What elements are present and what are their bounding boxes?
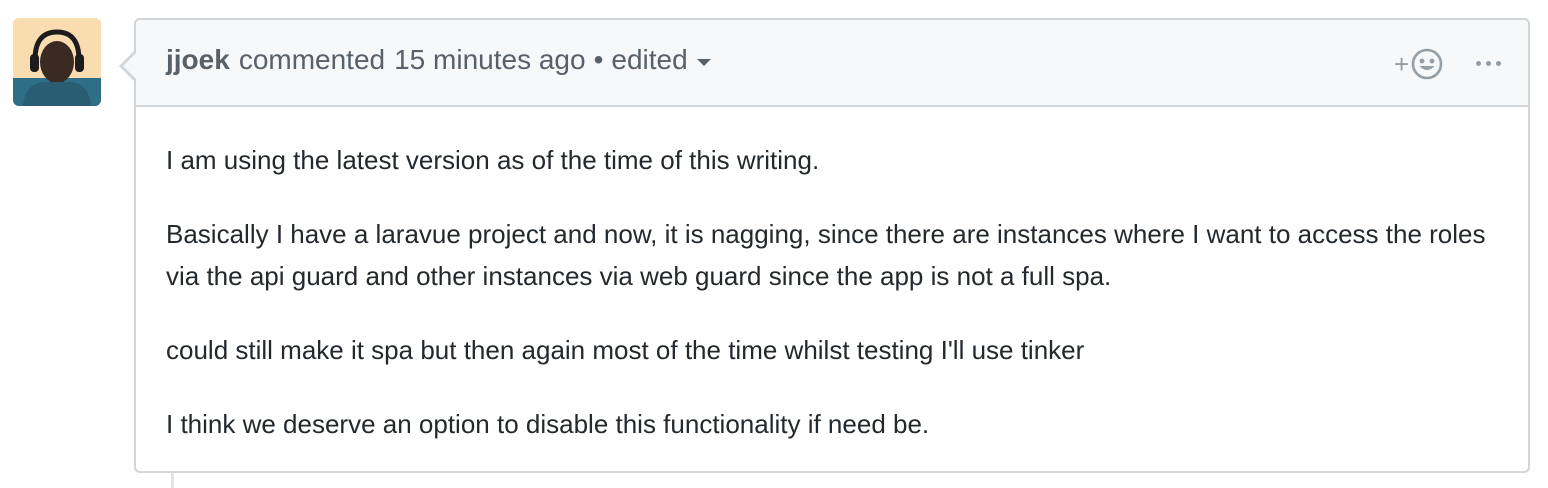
author-link[interactable]: jjoek <box>166 44 230 76</box>
comment-header: jjoek commented 15 minutes ago • edited … <box>136 20 1528 107</box>
avatar-image <box>13 18 101 106</box>
comment-action: commented <box>238 44 386 75</box>
add-reaction-button[interactable]: + <box>1394 44 1444 84</box>
comment-header-text: jjoek commented 15 minutes ago • edited <box>166 44 711 76</box>
kebab-horizontal-icon <box>1475 60 1481 66</box>
kebab-dot <box>1485 60 1491 66</box>
kebab-dot <box>1495 60 1501 66</box>
comment-paragraph: could still make it spa but then again m… <box>166 335 1085 365</box>
comment-timestamp[interactable]: 15 minutes ago <box>394 44 585 76</box>
smiley-icon <box>1411 48 1443 80</box>
plus-icon: + <box>1394 49 1410 79</box>
comment-box: jjoek commented 15 minutes ago • edited … <box>119 18 1530 473</box>
comment-caret-fill <box>123 52 137 80</box>
comment-paragraph: Basically I have a laravue project and n… <box>166 219 1486 291</box>
more-options-button[interactable] <box>1470 46 1506 80</box>
edited-label: edited <box>611 44 688 75</box>
comment-paragraph: I am using the latest version as of the … <box>166 145 820 175</box>
edited-dropdown[interactable]: edited <box>611 44 711 76</box>
separator-bullet: • <box>593 44 604 75</box>
caret-down-icon <box>696 58 711 66</box>
timeline-connector <box>171 473 174 488</box>
avatar[interactable] <box>13 18 101 106</box>
comment-paragraph: I think we deserve an option to disable … <box>166 409 930 439</box>
